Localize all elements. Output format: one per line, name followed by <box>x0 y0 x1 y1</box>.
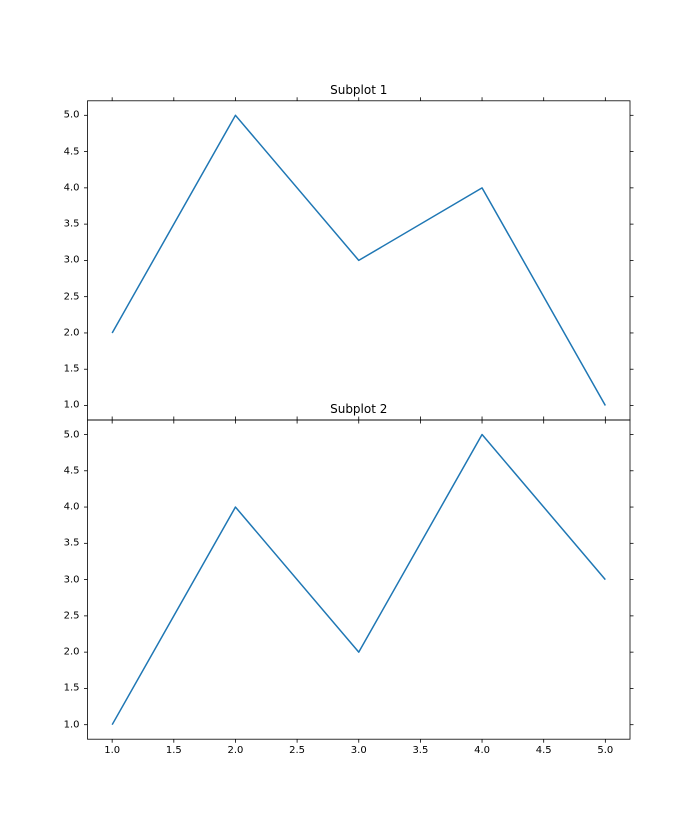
ytick-label: 4.0 <box>50 502 80 513</box>
subplot-title-2: Subplot 2 <box>259 402 459 416</box>
figure: Subplot 1 Subplot 2 1.0 1.5 2.0 2.5 3.0 3.5 4.0… <box>0 0 700 840</box>
xtick-label: 2.0 <box>220 745 250 756</box>
xtick-label: 1.0 <box>97 745 127 756</box>
ytick-label: 4.0 <box>50 182 80 193</box>
subplot-title-1: Subplot 1 <box>259 83 459 97</box>
xtick-label: 4.0 <box>467 745 497 756</box>
xtick-label: 5.0 <box>590 745 620 756</box>
ytick-label: 2.5 <box>50 291 80 302</box>
ytick-label: 1.5 <box>50 683 80 694</box>
data-line-2 <box>112 435 605 725</box>
xtick-label: 3.5 <box>405 745 435 756</box>
ytick-label: 1.0 <box>50 719 80 730</box>
ytick-label: 1.0 <box>50 400 80 411</box>
ytick-label: 5.0 <box>50 110 80 121</box>
ytick-label: 4.5 <box>50 146 80 157</box>
xtick-label: 3.0 <box>344 745 374 756</box>
ytick-label: 3.5 <box>50 538 80 549</box>
axes-frame-2 <box>88 420 631 739</box>
xtick-label: 4.5 <box>529 745 559 756</box>
ytick-label: 3.0 <box>50 255 80 266</box>
xtick-label: 2.5 <box>282 745 312 756</box>
xtick-label: 1.5 <box>159 745 189 756</box>
ytick-label: 3.5 <box>50 219 80 230</box>
ytick-label: 3.0 <box>50 574 80 585</box>
data-line-1 <box>112 115 605 405</box>
ytick-label: 2.0 <box>50 327 80 338</box>
ytick-label: 1.5 <box>50 364 80 375</box>
ytick-label: 5.0 <box>50 429 80 440</box>
figure-svg <box>0 0 700 840</box>
ytick-label: 2.0 <box>50 647 80 658</box>
ytick-label: 2.5 <box>50 610 80 621</box>
ytick-label: 4.5 <box>50 465 80 476</box>
